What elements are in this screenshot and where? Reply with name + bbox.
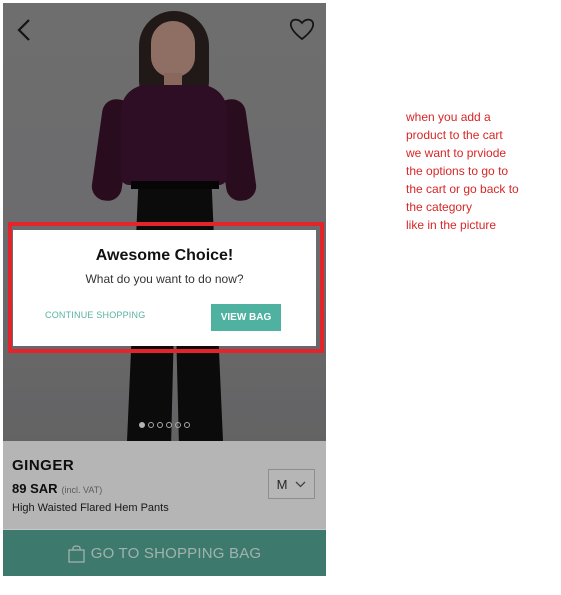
note-line: the category <box>406 200 473 214</box>
note-line: product to the cart <box>406 128 503 142</box>
continue-shopping-button[interactable]: CONTINUE SHOPPING <box>45 310 145 320</box>
dialog-title: Awesome Choice! <box>95 247 234 264</box>
dialog-subtitle: What do you want to do now? <box>85 272 244 286</box>
add-to-cart-dialog: Awesome Choice! What do you want to do n… <box>13 230 316 346</box>
annotation-note: when you add a product to the cart we wa… <box>406 108 556 234</box>
note-line: we want to prviode <box>406 146 507 160</box>
view-bag-button[interactable]: VIEW BAG <box>211 304 281 331</box>
note-line: when you add a <box>406 110 491 124</box>
note-line: the cart or go back to <box>406 182 519 196</box>
note-line: the options to go to <box>406 164 509 178</box>
note-line: like in the picture <box>406 218 497 232</box>
